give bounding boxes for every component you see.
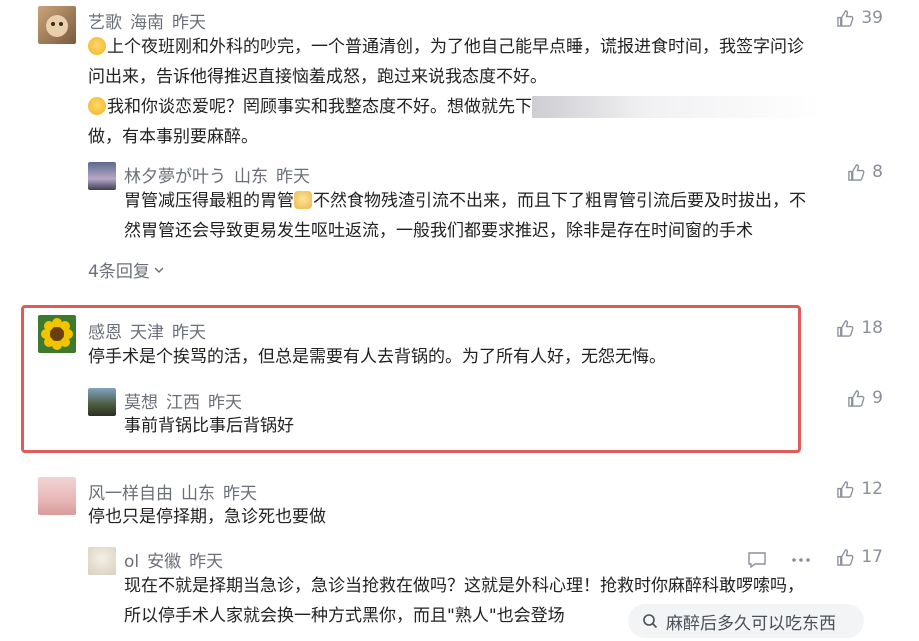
- timestamp: 昨天: [189, 552, 224, 572]
- comment-meta: 风一样自由 山东 昨天: [88, 479, 265, 504]
- reply-meta: 林夕夢が叶う 山东 昨天: [124, 162, 318, 187]
- reply-body: 胃管减压得最粗的胃管 不然食物残渣引流不出来，而且下了粗胃管引流后要及时拔出，不 …: [124, 186, 889, 246]
- thumbs-up-icon: [848, 389, 865, 407]
- timestamp: 昨天: [172, 323, 206, 343]
- comment-text: 然胃管还会导致更易发生呕吐返流，一般我们都要求推迟，除非是存在时间窗的手术: [124, 221, 753, 241]
- timestamp: 昨天: [172, 13, 206, 33]
- location: 江西: [166, 393, 200, 413]
- comment-text: 现在不就是择期当急诊，急诊当抢救在做吗？这就是外科心理！抢救时你麻醉科敢啰嗦吗，: [124, 576, 804, 596]
- comment-text: 不然食物残渣引流不出来，而且下了粗胃管引流后要及时拔出，不: [313, 191, 806, 211]
- location: 海南: [130, 13, 164, 33]
- thumbs-up-icon: [837, 480, 854, 498]
- timestamp: 昨天: [208, 393, 242, 413]
- like-count: 8: [872, 162, 883, 182]
- like-count: 12: [861, 479, 883, 499]
- thumbs-up-icon: [837, 319, 854, 337]
- avatar-image: [46, 15, 68, 37]
- smile-emoji-icon: [88, 37, 106, 55]
- location: 山东: [181, 484, 215, 504]
- like-button[interactable]: 9: [847, 388, 883, 408]
- username[interactable]: 艺歌: [88, 13, 122, 33]
- related-search-pill[interactable]: 麻醉后多久可以吃东西: [628, 604, 864, 638]
- like-count: 39: [861, 8, 883, 28]
- comment-text: 停也只是停择期，急诊死也要做: [88, 507, 326, 527]
- view-replies-link[interactable]: 4条回复: [88, 257, 165, 282]
- search-icon: [643, 614, 658, 629]
- avatar[interactable]: [38, 6, 76, 44]
- username[interactable]: 林夕夢が叶う: [124, 167, 226, 187]
- comment-body: 上个夜班刚和外科的吵完，一个普通清创，为了他自己能早点睡，谎报进食时间，我签字问…: [88, 32, 888, 152]
- laugh-emoji-icon: [88, 97, 106, 115]
- thumbs-up-icon: [837, 548, 854, 566]
- like-count: 18: [861, 318, 883, 338]
- reply-body: 事前背锅比事后背锅好: [124, 411, 724, 441]
- search-suggestion-text: 麻醉后多久可以吃东西: [666, 613, 836, 634]
- like-button[interactable]: 39: [836, 8, 883, 28]
- location: 天津: [130, 323, 164, 343]
- like-button[interactable]: 8: [847, 162, 883, 182]
- comment-text: 做，有本事别要麻醉。: [88, 127, 258, 147]
- avatar[interactable]: [88, 162, 116, 190]
- username[interactable]: 莫想: [124, 393, 158, 413]
- location: 安徽: [147, 552, 182, 572]
- comment-text: 停手术是个挨骂的活，但总是需要有人去背锅的。为了所有人好，无怨无悔。: [88, 347, 666, 367]
- comment-body: 停也只是停择期，急诊死也要做: [88, 502, 788, 532]
- like-button[interactable]: 18: [836, 318, 883, 338]
- comment-meta: 艺歌 海南 昨天: [88, 8, 214, 33]
- username[interactable]: ol: [124, 552, 139, 572]
- timestamp: 昨天: [276, 167, 310, 187]
- comment-body: 停手术是个挨骂的活，但总是需要有人去背锅的。为了所有人好，无怨无悔。: [88, 342, 788, 372]
- username[interactable]: 风一样自由: [88, 484, 173, 504]
- more-dots-icon: [792, 558, 810, 562]
- avatar[interactable]: [88, 547, 116, 575]
- reply-meta: ol 安徽 昨天: [124, 547, 231, 572]
- blurred-text: [532, 96, 822, 118]
- thumbs-up-icon: [848, 163, 865, 181]
- sunflower-image: [41, 318, 73, 350]
- timestamp: 昨天: [223, 484, 257, 504]
- thumbs-up-icon: [837, 9, 854, 27]
- comment-text: 我和你谈恋爱呢？罔顾事实和我整态度不好。想做就先下: [107, 97, 532, 117]
- replies-count: 4条回复: [88, 262, 150, 282]
- username[interactable]: 感恩: [88, 323, 122, 343]
- avatar[interactable]: [88, 388, 116, 416]
- comment-text: 事前背锅比事后背锅好: [124, 416, 294, 436]
- cat-emoji-icon: [294, 191, 312, 209]
- comment-text: 上个夜班刚和外科的吵完，一个普通清创，为了他自己能早点睡，谎报进食时间，我签字问…: [107, 37, 804, 57]
- comment-text: 问出来，告诉他得推迟直接恼羞成怒，跑过来说我态度不好。: [88, 67, 547, 87]
- avatar[interactable]: [38, 477, 76, 515]
- like-button[interactable]: 17: [836, 547, 883, 567]
- like-count: 9: [872, 388, 883, 408]
- location: 山东: [234, 167, 268, 187]
- comment-meta: 感恩 天津 昨天: [88, 318, 214, 343]
- avatar[interactable]: [38, 315, 76, 353]
- chevron-down-icon: [154, 267, 164, 273]
- comment-icon: [748, 552, 766, 569]
- like-button[interactable]: 12: [836, 479, 883, 499]
- like-count: 17: [861, 547, 883, 567]
- reply-meta: 莫想 江西 昨天: [124, 388, 250, 413]
- comment-text: 胃管减压得最粗的胃管: [124, 191, 294, 211]
